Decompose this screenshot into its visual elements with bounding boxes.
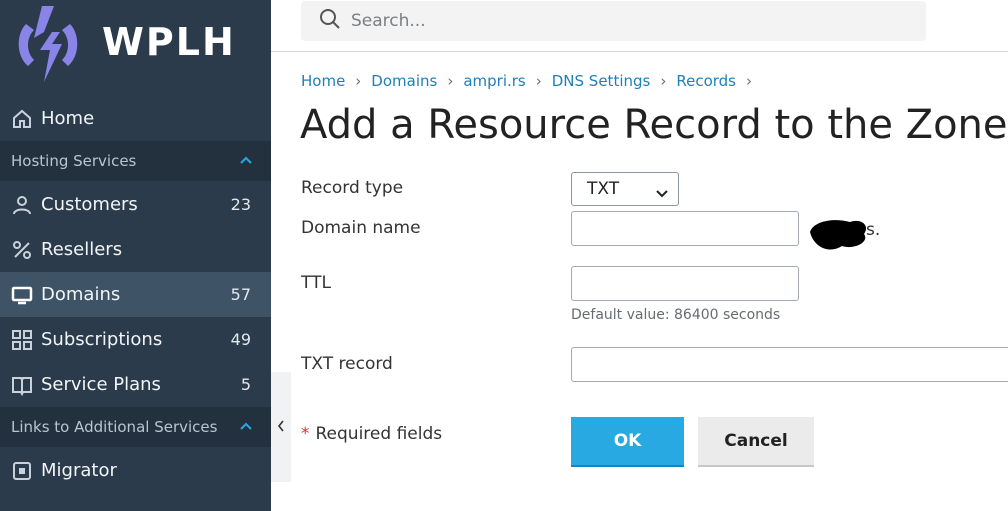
breadcrumb-home[interactable]: Home <box>301 72 345 90</box>
record-type-select[interactable]: TXT <box>571 172 679 206</box>
txt-record-input[interactable] <box>571 347 1008 382</box>
global-search[interactable] <box>301 1 926 41</box>
ok-button[interactable]: OK <box>571 417 684 467</box>
breadcrumb-domains[interactable]: Domains <box>371 72 437 90</box>
domain-name-input[interactable] <box>571 211 799 246</box>
section-label: Hosting Services <box>11 152 137 170</box>
required-fields-note: * Required fields <box>301 424 442 444</box>
breadcrumb-records[interactable]: Records <box>676 72 736 90</box>
chevron-up-icon <box>239 153 253 171</box>
book-icon <box>11 374 33 396</box>
sidebar-item-subscriptions[interactable]: Subscriptions 49 <box>0 317 271 362</box>
chevron-down-icon <box>656 184 668 204</box>
breadcrumb-dns-settings[interactable]: DNS Settings <box>552 72 651 90</box>
domain-name-label: Domain name <box>301 218 421 238</box>
home-icon <box>11 108 33 130</box>
search-input[interactable] <box>351 11 891 31</box>
ttl-input[interactable] <box>571 266 799 301</box>
chevron-up-icon <box>239 419 253 437</box>
section-label: Links to Additional Services <box>11 418 218 436</box>
sidebar-item-label: Domains <box>41 284 121 305</box>
cancel-button[interactable]: Cancel <box>698 417 814 467</box>
monitor-icon <box>11 284 33 306</box>
brand-bolt-icon <box>18 6 78 82</box>
sidebar-collapse-handle[interactable] <box>271 372 291 482</box>
sidebar-item-label: Service Plans <box>41 374 161 395</box>
chevron-left-icon <box>276 418 286 437</box>
grid-icon <box>11 329 33 351</box>
chevron-right-icon: › <box>355 72 362 90</box>
txt-record-label: TXT record <box>301 354 393 374</box>
record-type-value: TXT <box>587 179 620 199</box>
migrator-icon <box>11 460 33 482</box>
breadcrumb: Home › Domains › ampri.rs › DNS Settings… <box>301 72 762 90</box>
sidebar-section-links-additional[interactable]: Links to Additional Services <box>0 407 271 447</box>
sidebar-item-customers[interactable]: Customers 23 <box>0 182 271 227</box>
sidebar-item-label: Subscriptions <box>41 329 163 350</box>
sidebar-item-home[interactable]: Home <box>0 96 271 141</box>
domain-suffix: s. <box>866 220 881 240</box>
record-type-label: Record type <box>301 178 404 198</box>
ttl-label: TTL <box>301 273 331 293</box>
page-title: Add a Resource Record to the Zone <box>300 102 1008 148</box>
header-divider <box>271 51 1008 52</box>
sidebar-item-migrator[interactable]: Migrator <box>0 448 271 493</box>
sidebar-item-label: Migrator <box>41 460 117 481</box>
chevron-right-icon: › <box>660 72 667 90</box>
subscriptions-count: 49 <box>230 330 251 349</box>
chevron-right-icon: › <box>447 72 454 90</box>
sidebar-section-hosting-services[interactable]: Hosting Services <box>0 141 271 181</box>
chevron-right-icon: › <box>535 72 542 90</box>
sidebar-item-label: Customers <box>41 194 138 215</box>
search-icon <box>319 8 341 34</box>
chevron-right-icon: › <box>746 72 752 90</box>
app-window: WPLH Home Hosting Services Customers 23 <box>0 0 1008 511</box>
sidebar-item-resellers[interactable]: Resellers <box>0 227 271 272</box>
percent-icon <box>11 239 33 261</box>
sidebar-item-label: Home <box>41 108 95 129</box>
sidebar-item-service-plans[interactable]: Service Plans 5 <box>0 362 271 407</box>
required-fields-label: Required fields <box>315 424 443 444</box>
brand-name: WPLH <box>102 20 236 64</box>
service-plans-count: 5 <box>240 375 251 394</box>
sidebar-item-label: Resellers <box>41 239 123 260</box>
required-star: * <box>301 424 310 444</box>
user-icon <box>11 194 33 216</box>
breadcrumb-domain[interactable]: ampri.rs <box>463 72 525 90</box>
domains-count: 57 <box>230 285 251 304</box>
sidebar: WPLH Home Hosting Services Customers 23 <box>0 0 271 511</box>
ttl-hint: Default value: 86400 seconds <box>571 307 781 323</box>
brand-logo[interactable]: WPLH <box>14 4 264 84</box>
customers-count: 23 <box>230 195 251 214</box>
sidebar-item-domains[interactable]: Domains 57 <box>0 272 271 317</box>
